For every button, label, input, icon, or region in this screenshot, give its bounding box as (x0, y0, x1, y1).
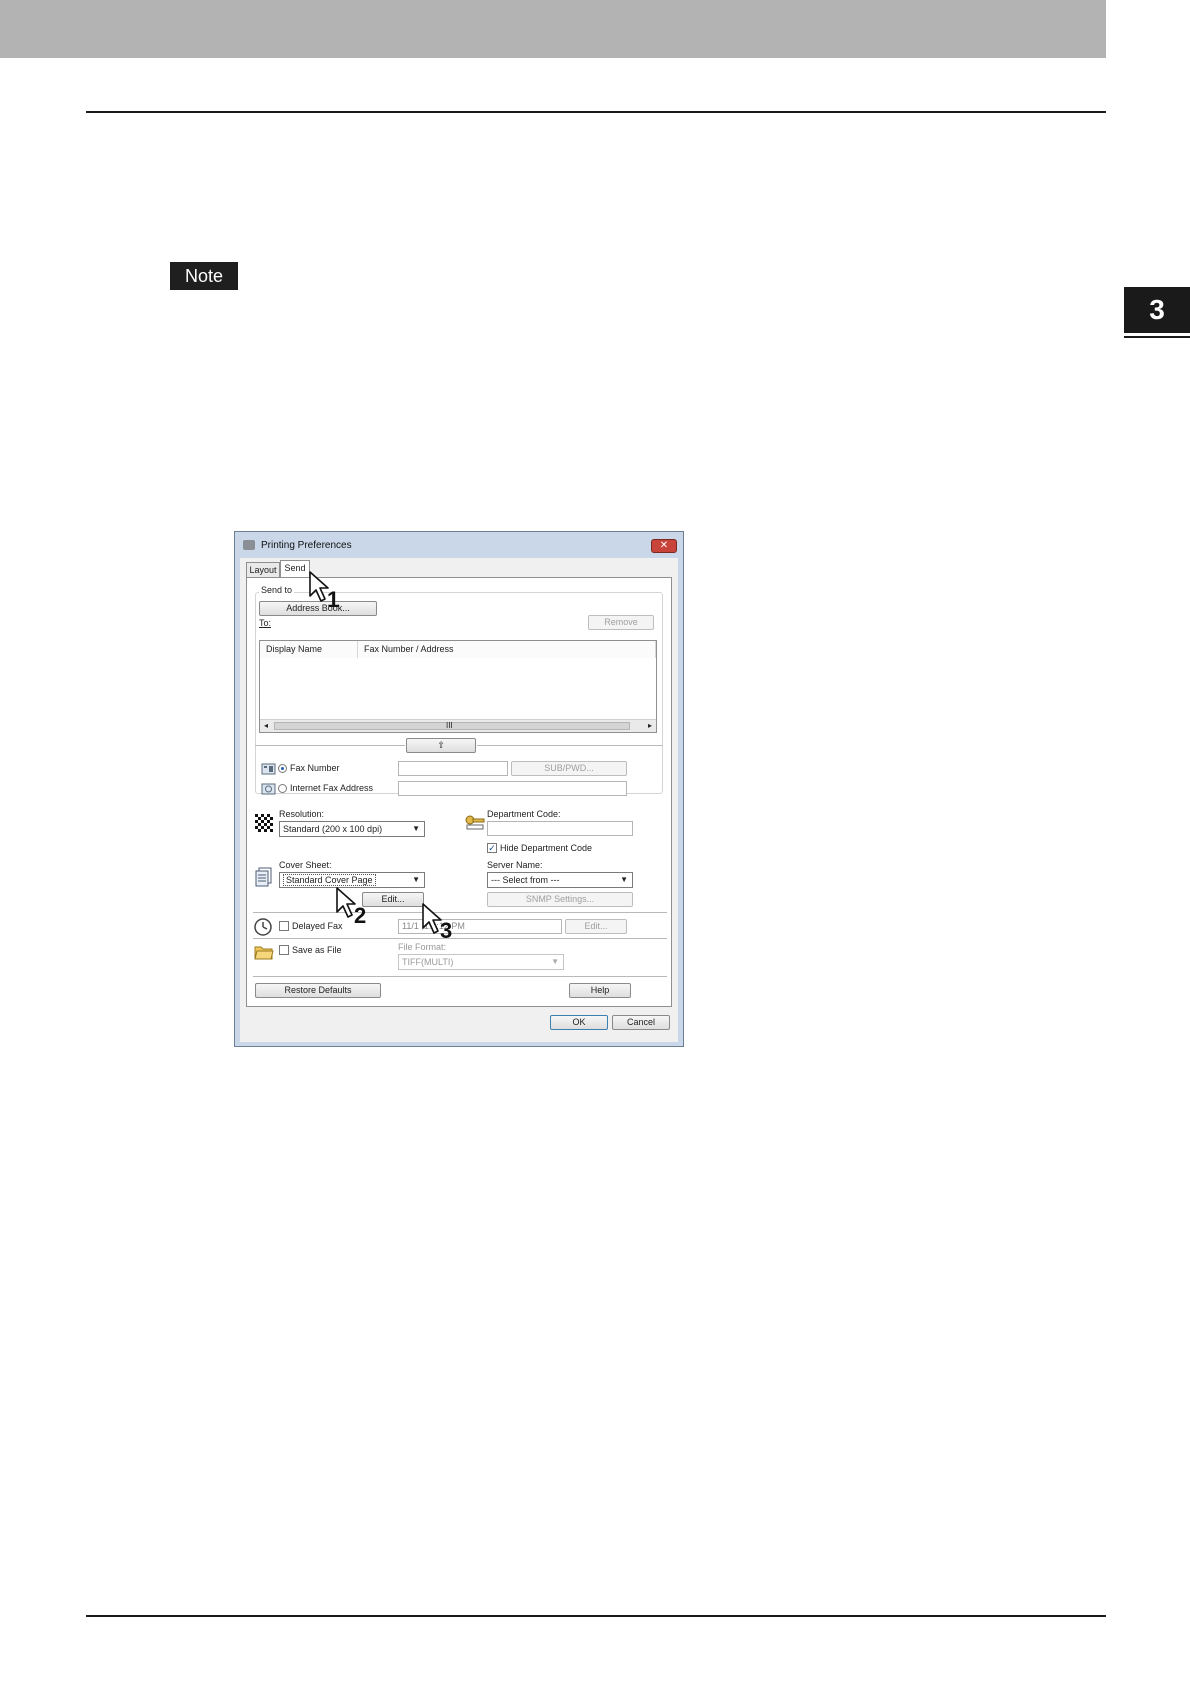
folder-icon (254, 943, 274, 961)
delayed-fax-label: Delayed Fax (292, 921, 343, 931)
move-up-button[interactable]: ⇧ (406, 738, 476, 753)
server-name-label: Server Name: (487, 860, 543, 870)
cancel-button[interactable]: Cancel (612, 1015, 670, 1030)
send-tab-panel: Send to Address Book... To: Remove Displ… (246, 577, 672, 1007)
save-as-file-label: Save as File (292, 945, 342, 955)
callout-3: 3 (440, 918, 453, 943)
header-band (0, 0, 1106, 58)
chevron-down-icon: ▼ (412, 824, 420, 833)
server-name-value: --- Select from --- (491, 875, 560, 885)
hide-department-code-label: Hide Department Code (500, 843, 593, 853)
internet-fax-label: Internet Fax Address (290, 783, 374, 793)
divider-left (255, 745, 405, 746)
cover-sheet-icon (254, 867, 274, 887)
footer-rule (86, 1615, 1106, 1617)
department-key-icon (465, 814, 485, 830)
file-format-label: File Format: (398, 942, 447, 952)
delayed-fax-edit-button[interactable]: Edit... (565, 919, 627, 934)
cover-sheet-value: Standard Cover Page (283, 874, 376, 886)
chapter-tab: 3 (1124, 287, 1190, 333)
fax-number-radio[interactable] (278, 764, 287, 773)
fax-number-input[interactable] (398, 761, 508, 776)
column-display-name[interactable]: Display Name (260, 641, 358, 658)
note-badge: Note (170, 262, 238, 290)
snmp-settings-button[interactable]: SNMP Settings... (487, 892, 633, 907)
dialog-title: Printing Preferences (261, 540, 352, 551)
resolution-label: Resolution: (279, 809, 325, 819)
callout-2: 2 (354, 903, 367, 928)
header-rule (86, 111, 1106, 113)
department-code-label: Department Code: (487, 809, 561, 819)
file-format-select[interactable]: TIFF(MULTI) ▼ (398, 954, 564, 970)
internet-fax-radio[interactable] (278, 784, 287, 793)
restore-defaults-button[interactable]: Restore Defaults (255, 983, 381, 998)
printing-preferences-dialog: Printing Preferences ✕ Layout Send Send … (234, 531, 684, 1047)
divider-right (477, 745, 663, 746)
printer-icon (243, 540, 255, 550)
scroll-right-icon[interactable]: ▸ (648, 721, 652, 730)
fax-number-icon (261, 761, 277, 777)
section-divider (253, 912, 667, 913)
ok-button[interactable]: OK (550, 1015, 608, 1030)
file-format-value: TIFF(MULTI) (402, 957, 454, 967)
chevron-down-icon: ▼ (412, 875, 420, 884)
cover-sheet-edit-button[interactable]: Edit... (362, 892, 424, 907)
recipient-list-scrollbar[interactable]: ◂ III ▸ (260, 719, 656, 732)
close-button[interactable]: ✕ (651, 539, 677, 553)
internet-fax-icon (261, 781, 277, 797)
recipient-list[interactable]: Display Name Fax Number / Address ◂ III … (259, 640, 657, 733)
scroll-left-icon[interactable]: ◂ (264, 721, 268, 730)
resolution-icon (255, 814, 273, 832)
dialog-client-area: Layout Send Send to Address Book... To: … (240, 558, 678, 1042)
save-as-file-checkbox[interactable] (279, 945, 289, 955)
remove-button[interactable]: Remove (588, 615, 654, 630)
department-code-input[interactable] (487, 821, 633, 836)
help-button[interactable]: Help (569, 983, 631, 998)
dialog-titlebar[interactable]: Printing Preferences ✕ (235, 532, 683, 558)
internet-fax-input[interactable] (398, 781, 627, 796)
delayed-fax-checkbox[interactable] (279, 921, 289, 931)
section-divider (253, 938, 667, 939)
sub-pwd-button[interactable]: SUB/PWD... (511, 761, 627, 776)
chapter-tab-underline (1124, 336, 1190, 338)
to-label: To: (259, 618, 272, 628)
server-name-select[interactable]: --- Select from --- ▼ (487, 872, 633, 888)
clock-icon (254, 918, 272, 936)
column-fax-number-address[interactable]: Fax Number / Address (358, 641, 656, 658)
section-divider (253, 976, 667, 977)
hide-department-code-checkbox[interactable]: ✓ (487, 843, 497, 853)
chevron-down-icon: ▼ (551, 957, 559, 966)
scroll-grip: III (446, 721, 453, 730)
tab-send[interactable]: Send (280, 560, 310, 578)
chevron-down-icon: ▼ (620, 875, 628, 884)
resolution-value: Standard (200 x 100 dpi) (283, 824, 383, 834)
fax-number-label: Fax Number (290, 763, 340, 773)
resolution-select[interactable]: Standard (200 x 100 dpi) ▼ (279, 821, 425, 837)
callout-1: 1 (327, 587, 340, 612)
send-to-label: Send to (259, 585, 295, 595)
tab-layout[interactable]: Layout (246, 562, 280, 577)
cover-sheet-label: Cover Sheet: (279, 860, 332, 870)
